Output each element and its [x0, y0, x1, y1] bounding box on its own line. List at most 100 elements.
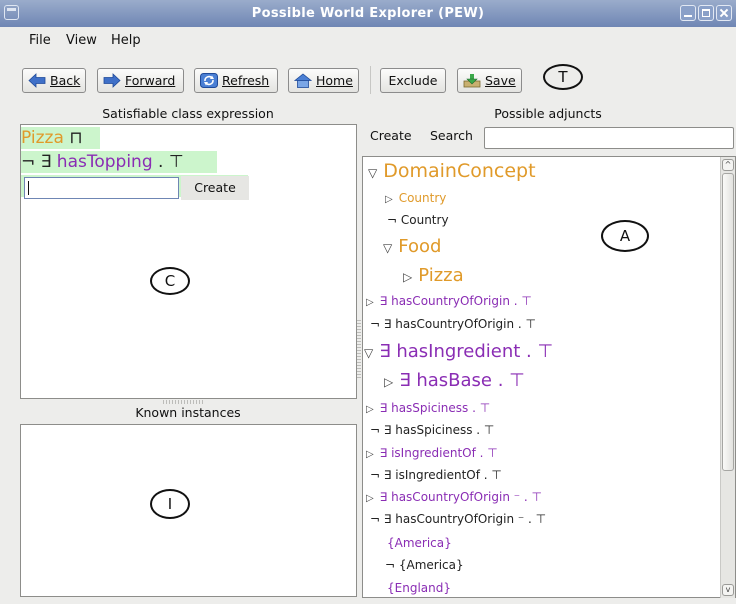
- satisfiable-expression-header: Satisfiable class expression: [102, 106, 274, 121]
- scroll-down-icon[interactable]: v: [722, 584, 734, 596]
- tree-row[interactable]: ¬ ∃ isIngredientOf . ⊤: [370, 469, 502, 487]
- save-label: Save: [485, 73, 516, 88]
- expanded-triangle-icon[interactable]: ▽: [368, 167, 377, 179]
- class-expression-input[interactable]: [24, 177, 179, 199]
- expanded-triangle-icon[interactable]: ▽: [383, 242, 392, 254]
- save-download-icon: [463, 74, 481, 88]
- scrollbar-thumb[interactable]: [722, 173, 734, 471]
- toolbar-separator: [370, 66, 371, 94]
- expression-pane-marker: C: [150, 267, 190, 295]
- tree-row[interactable]: ▽ ∃ hasIngredient . ⊤: [364, 343, 553, 367]
- text-caret: [28, 181, 29, 195]
- class-expression-pane: Pizza ⊓ ¬ ∃ hasTopping . ⊤ Create C: [20, 124, 357, 399]
- horizontal-splitter-handle[interactable]: [357, 320, 361, 380]
- tree-row-label: ¬ ∃ isIngredientOf . ⊤: [370, 469, 502, 482]
- collapsed-triangle-icon[interactable]: ▷: [384, 376, 393, 388]
- expression-line-1[interactable]: Pizza ⊓: [21, 127, 100, 149]
- refresh-button[interactable]: Refresh: [194, 68, 278, 93]
- forward-label: Forward: [125, 73, 176, 88]
- tree-row[interactable]: ▷ ∃ isIngredientOf . ⊤: [366, 447, 498, 465]
- tree-row[interactable]: ▷ ∃ hasCountryOfOrigin ⁻ . ⊤: [366, 491, 542, 509]
- tree-row[interactable]: ¬ Country: [387, 214, 449, 232]
- tree-row[interactable]: ¬ ∃ hasSpiciness . ⊤: [370, 424, 494, 442]
- back-button[interactable]: Back: [22, 68, 86, 93]
- forward-arrow-icon: [103, 73, 121, 88]
- tree-row[interactable]: ▷ ∃ hasSpiciness . ⊤: [366, 402, 490, 420]
- tab-search[interactable]: Search: [430, 128, 473, 143]
- tree-row-label: ¬ ∃ hasCountryOfOrigin . ⊤: [370, 318, 536, 331]
- tree-row[interactable]: ¬ ∃ hasCountryOfOrigin ⁻ . ⊤: [370, 513, 546, 531]
- instances-pane-marker: I: [150, 489, 190, 519]
- expanded-triangle-icon[interactable]: ▽: [364, 347, 373, 359]
- maximize-icon[interactable]: [698, 5, 714, 21]
- exclude-label: Exclude: [388, 73, 438, 88]
- tree-row[interactable]: {England}: [387, 582, 451, 600]
- tree-row-label: ∃ hasSpiciness . ⊤: [379, 402, 491, 415]
- back-label: Back: [50, 73, 81, 88]
- tree-row[interactable]: ▷ ∃ hasBase . ⊤: [384, 372, 525, 396]
- vertical-splitter-handle[interactable]: [163, 400, 203, 404]
- save-button[interactable]: Save: [457, 68, 522, 93]
- tree-row[interactable]: ¬ {America}: [385, 559, 464, 577]
- tree-row[interactable]: {America}: [387, 537, 452, 555]
- expression-line-2[interactable]: ¬ ∃ hasTopping . ⊤: [21, 151, 217, 173]
- window-title: Possible World Explorer (PEW): [251, 6, 485, 21]
- collapsed-triangle-icon[interactable]: ▷: [366, 450, 374, 460]
- tree-row-label: {America}: [387, 537, 452, 550]
- home-button[interactable]: Home: [288, 68, 359, 93]
- toolbar-marker: T: [543, 64, 583, 90]
- possible-adjuncts-header: Possible adjuncts: [494, 106, 602, 121]
- tree-row-label: ∃ hasCountryOfOrigin ⁻ . ⊤: [379, 491, 542, 504]
- adjunct-pane-marker: A: [601, 220, 649, 252]
- exclude-button[interactable]: Exclude: [380, 68, 446, 93]
- collapsed-triangle-icon[interactable]: ▷: [366, 494, 374, 504]
- expression-class-pizza: Pizza: [21, 128, 64, 148]
- home-label: Home: [316, 73, 353, 88]
- intersection-operator: ⊓: [69, 128, 83, 148]
- collapsed-triangle-icon[interactable]: ▷: [366, 405, 374, 415]
- tree-row-label: Pizza: [418, 267, 464, 286]
- tree-row[interactable]: ▷ ∃ hasCountryOfOrigin . ⊤: [366, 295, 532, 313]
- minimize-icon[interactable]: [680, 5, 696, 21]
- menu-view[interactable]: View: [66, 33, 97, 48]
- close-icon[interactable]: [716, 5, 732, 21]
- known-instances-pane: I: [20, 424, 357, 597]
- known-instances-header: Known instances: [135, 405, 241, 420]
- negation-exists-operator: ¬ ∃: [21, 152, 52, 172]
- tree-row-label: ¬ Country: [387, 214, 449, 227]
- tree-row[interactable]: ▷ Country: [385, 192, 446, 210]
- tree-row-label: ∃ isIngredientOf . ⊤: [379, 447, 498, 460]
- expression-top: . ⊤: [158, 152, 184, 172]
- tab-create[interactable]: Create: [370, 128, 412, 143]
- refresh-icon: [200, 73, 218, 88]
- adjunct-search-input[interactable]: [484, 127, 734, 149]
- tree-row-label: ∃ hasIngredient . ⊤: [379, 343, 554, 362]
- create-expression-button[interactable]: Create: [181, 176, 249, 200]
- tree-row-label: DomainConcept: [383, 162, 536, 182]
- collapsed-triangle-icon[interactable]: ▷: [385, 195, 393, 205]
- menu-bar: File View Help: [0, 30, 736, 52]
- tree-row-label: ∃ hasBase . ⊤: [399, 372, 525, 391]
- scroll-up-icon[interactable]: ^: [722, 159, 734, 171]
- menu-help[interactable]: Help: [111, 33, 141, 48]
- tree-row[interactable]: ▷ Pizza: [403, 267, 464, 291]
- collapsed-triangle-icon[interactable]: ▷: [366, 298, 374, 308]
- back-arrow-icon: [28, 73, 46, 88]
- tree-row-label: ¬ ∃ hasCountryOfOrigin ⁻ . ⊤: [370, 513, 547, 526]
- tree-row-label: Country: [398, 192, 447, 205]
- refresh-label: Refresh: [222, 73, 270, 88]
- adjunct-tree-scrollbar[interactable]: ^ v: [720, 157, 735, 598]
- tree-row-label: {England}: [387, 582, 451, 595]
- expression-property-hastopping: hasTopping: [56, 152, 153, 172]
- menu-file[interactable]: File: [29, 33, 51, 48]
- forward-button[interactable]: Forward: [97, 68, 184, 93]
- tree-row-label: ¬ {America}: [385, 559, 464, 572]
- home-icon: [294, 73, 312, 88]
- tree-row[interactable]: ¬ ∃ hasCountryOfOrigin . ⊤: [370, 318, 536, 336]
- collapsed-triangle-icon[interactable]: ▷: [403, 271, 412, 283]
- tree-row[interactable]: ▽ DomainConcept: [368, 162, 536, 187]
- tree-row-label: Food: [398, 238, 442, 257]
- title-bar: Possible World Explorer (PEW): [0, 0, 736, 27]
- tree-row-label: ∃ hasCountryOfOrigin . ⊤: [379, 295, 532, 308]
- tree-row[interactable]: ▽ Food: [383, 238, 441, 262]
